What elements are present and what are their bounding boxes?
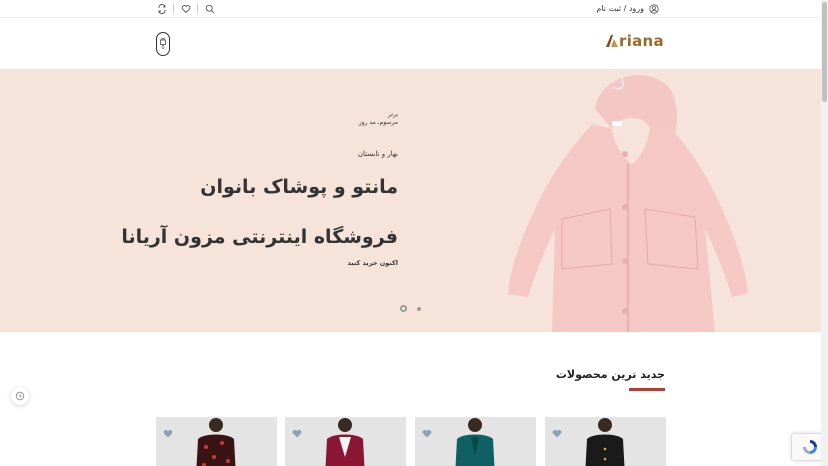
product-image <box>325 418 365 466</box>
slider-dots <box>400 305 421 312</box>
recaptcha-icon <box>802 440 817 454</box>
scrollbar-thumb[interactable] <box>822 2 827 102</box>
top-bar: ورود / ثبت نام <box>0 0 821 18</box>
main-header: 0 riana <box>0 18 821 69</box>
product-card[interactable] <box>545 417 666 466</box>
shop-now-link[interactable]: اکنون خرید کنید <box>347 259 398 267</box>
product-image <box>455 418 495 466</box>
divider <box>197 4 198 13</box>
user-icon <box>648 3 659 14</box>
hero-headline-2: فروشگاه اینترنتی مزون آریانا <box>121 226 398 248</box>
wishlist-heart-icon[interactable] <box>163 423 173 442</box>
wishlist-heart-icon[interactable] <box>552 423 562 442</box>
wishlist-icon[interactable] <box>180 3 191 14</box>
login-register-link[interactable]: ورود / ثبت نام <box>596 3 659 14</box>
product-list <box>156 417 666 466</box>
product-card[interactable] <box>285 417 406 466</box>
logo-text: riana <box>619 32 664 50</box>
pink-coat-image <box>508 69 748 332</box>
wishlist-heart-icon[interactable] <box>292 423 302 442</box>
top-bar-icons <box>156 3 215 14</box>
product-card[interactable] <box>156 417 277 466</box>
search-icon[interactable] <box>204 3 215 14</box>
hero-category-2[interactable]: مرسوم، مد روز <box>359 119 398 126</box>
scrollbar[interactable] <box>821 0 828 466</box>
divider <box>173 4 174 13</box>
cart-button[interactable]: 0 <box>156 32 170 56</box>
login-register-label: ورود / ثبت نام <box>596 4 644 13</box>
hero-headline-1: مانتو و پوشاک بانوان <box>200 176 398 198</box>
slider-dot-1[interactable] <box>400 305 407 312</box>
wishlist-heart-icon[interactable] <box>422 423 432 442</box>
product-image <box>585 418 625 466</box>
clock-icon <box>15 391 25 401</box>
bag-icon <box>160 37 166 45</box>
history-button[interactable] <box>11 387 29 405</box>
hero-slider: برتر مرسوم، مد روز بهار و تابستان مانتو … <box>0 69 821 332</box>
section-title-underline <box>629 388 665 391</box>
hero-season: بهار و تابستان <box>357 150 398 158</box>
page: ورود / ثبت نام 0 riana برتر مرسوم، مد رو… <box>0 0 828 466</box>
product-card[interactable] <box>415 417 536 466</box>
compare-icon[interactable] <box>156 3 167 14</box>
product-image <box>196 418 236 466</box>
slider-dot-2[interactable] <box>417 307 421 311</box>
section-title: جدید ترین محصولات <box>555 368 665 381</box>
site-logo[interactable]: riana <box>605 32 664 50</box>
logo-mark-icon <box>606 35 618 47</box>
cart-count: 0 <box>161 44 165 51</box>
hero-category-1[interactable]: برتر <box>388 111 398 118</box>
